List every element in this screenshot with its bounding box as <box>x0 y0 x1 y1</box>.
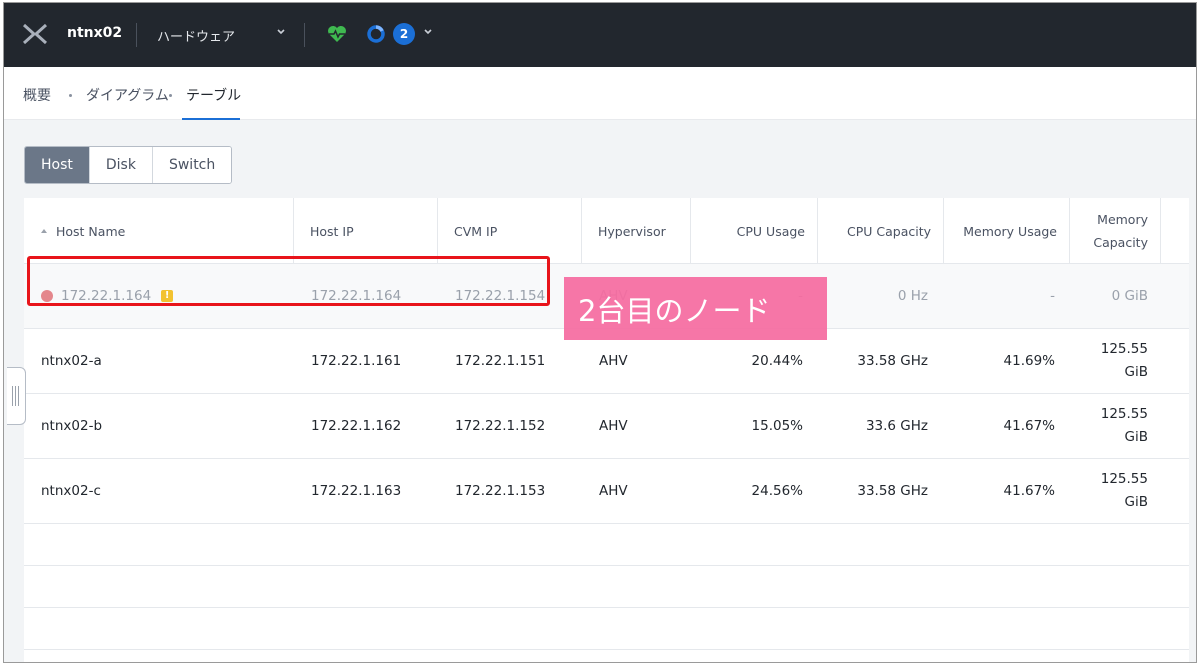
grip-line <box>12 386 13 406</box>
switch-toggle-button[interactable]: Switch <box>152 147 232 183</box>
health-heart-icon[interactable] <box>326 23 348 45</box>
hypervisor-cell: AHV <box>599 483 628 499</box>
chevron-down-icon[interactable] <box>422 26 434 38</box>
column-header-hypervisor[interactable]: Hypervisor <box>582 198 691 264</box>
empty-row <box>24 608 1189 650</box>
host-name-cell[interactable]: ntnx02-b <box>41 394 102 458</box>
top-bar: ntnx02 ハードウェア 2 <box>4 3 1196 67</box>
annotation-highlight-box <box>27 256 550 306</box>
column-header-memory-capacity[interactable]: Memory Capacity <box>1070 198 1161 264</box>
grip-line <box>15 386 16 406</box>
table-header: Host Name Host IP CVM IP Hypervisor CPU … <box>24 198 1189 264</box>
cpu-capacity-cell: 0 Hz <box>897 288 928 304</box>
memory-usage-cell: 41.69% <box>1003 353 1055 369</box>
host-ip-cell: 172.22.1.161 <box>311 353 402 369</box>
side-panel-handle[interactable] <box>7 367 26 425</box>
cpu-capacity-cell: 33.6 GHz <box>865 418 928 434</box>
host-ip-cell: 172.22.1.163 <box>311 483 402 499</box>
entity-type-switch: Host Disk Switch <box>24 146 233 184</box>
column-header-host-ip[interactable]: Host IP <box>294 198 438 264</box>
table-row[interactable]: ntnx02-c 172.22.1.163 172.22.1.153 AHV 2… <box>24 459 1189 524</box>
cpu-usage-cell: 15.05% <box>751 418 803 434</box>
memory-capacity-cell: 125.55 GiB <box>1100 341 1148 380</box>
divider <box>304 23 305 47</box>
tab-diagram[interactable]: ダイアグラム <box>86 85 169 105</box>
tab-table[interactable]: テーブル <box>186 85 241 105</box>
memory-usage-cell: 41.67% <box>1003 418 1055 434</box>
memory-capacity-cell: 125.55 GiB <box>1100 406 1148 445</box>
cpu-capacity-cell: 33.58 GHz <box>857 483 928 499</box>
grip-line <box>18 386 19 406</box>
column-header-cvm-ip[interactable]: CVM IP <box>438 198 582 264</box>
memory-usage-cell: 41.67% <box>1003 483 1055 499</box>
host-name-cell[interactable]: ntnx02-a <box>41 329 102 393</box>
disk-toggle-button[interactable]: Disk <box>89 147 153 183</box>
task-count-badge[interactable]: 2 <box>393 23 415 45</box>
cluster-name[interactable]: ntnx02 <box>67 25 122 41</box>
sort-ascending-icon <box>41 229 47 233</box>
tab-overview[interactable]: 概要 <box>23 85 51 105</box>
annotation-callout: 2台目のノード <box>564 277 827 340</box>
memory-capacity-cell: 0 GiB <box>1111 287 1148 304</box>
nutanix-logo-icon[interactable] <box>22 23 48 45</box>
column-header-host-name[interactable]: Host Name <box>24 198 294 264</box>
column-header-memory-usage[interactable]: Memory Usage <box>944 198 1070 264</box>
view-tabs: 概要 ダイアグラム テーブル <box>4 67 1196 120</box>
divider <box>136 23 137 47</box>
host-name-cell[interactable]: ntnx02-c <box>41 459 101 523</box>
tab-separator <box>69 94 72 97</box>
task-circle-icon[interactable] <box>366 24 386 44</box>
cpu-usage-cell: 24.56% <box>751 483 803 499</box>
cvm-ip-cell: 172.22.1.152 <box>455 418 546 434</box>
column-header-cpu-capacity[interactable]: CPU Capacity <box>818 198 944 264</box>
cvm-ip-cell: 172.22.1.151 <box>455 353 546 369</box>
cpu-capacity-cell: 33.58 GHz <box>857 353 928 369</box>
host-toggle-button[interactable]: Host <box>25 147 90 183</box>
host-ip-cell: 172.22.1.162 <box>311 418 402 434</box>
cvm-ip-cell: 172.22.1.153 <box>455 483 546 499</box>
main-content: Host Disk Switch Host Name Host IP CVM I… <box>4 120 1196 662</box>
memory-capacity-cell: 125.55 GiB <box>1100 471 1148 510</box>
chevron-down-icon[interactable] <box>274 25 288 39</box>
tab-separator <box>169 94 172 97</box>
hypervisor-cell: AHV <box>599 418 628 434</box>
section-dropdown[interactable]: ハードウェア <box>157 26 235 45</box>
empty-row <box>24 524 1189 566</box>
memory-usage-cell: - <box>1050 288 1055 304</box>
column-header-cpu-usage[interactable]: CPU Usage <box>691 198 818 264</box>
table-row[interactable]: ntnx02-b 172.22.1.162 172.22.1.152 AHV 1… <box>24 394 1189 459</box>
empty-row <box>24 566 1189 608</box>
